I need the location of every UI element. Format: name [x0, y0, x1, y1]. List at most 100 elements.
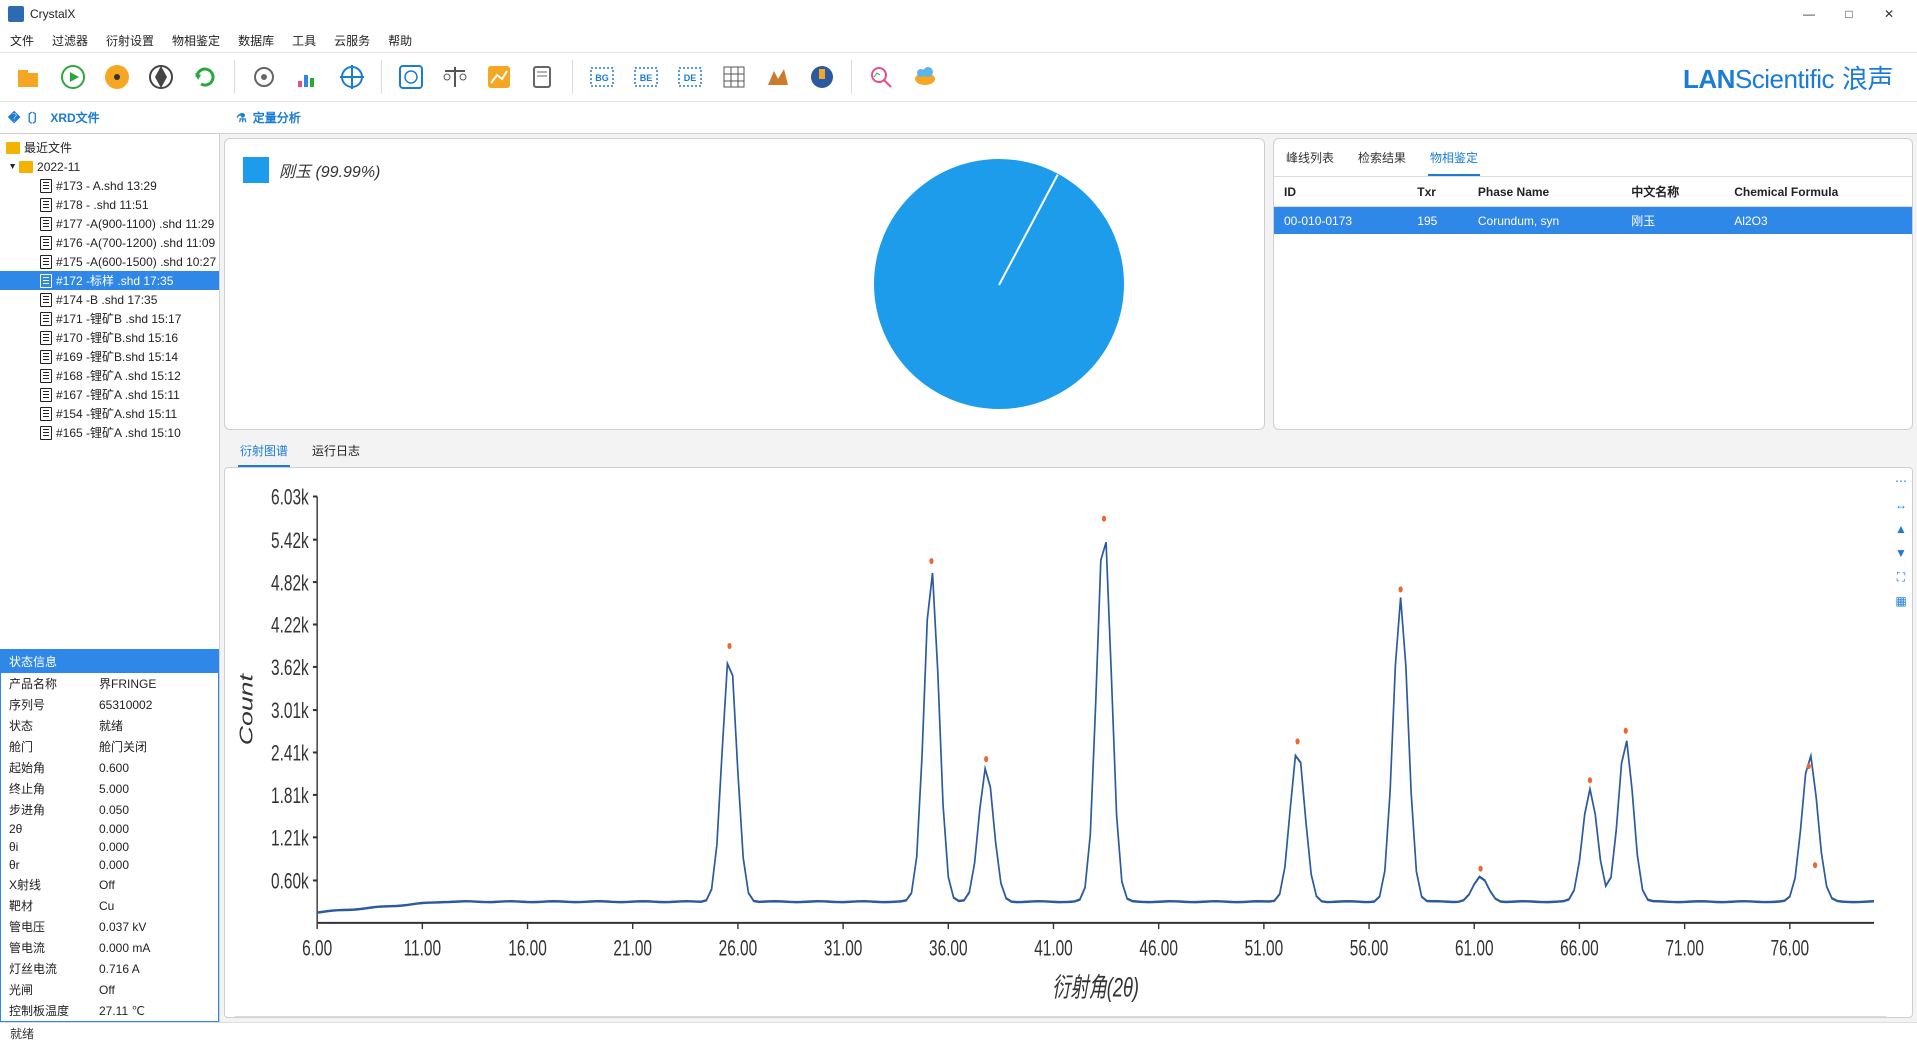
svg-text:1.21k: 1.21k	[271, 827, 309, 852]
report-button[interactable]	[524, 58, 562, 96]
refresh-button[interactable]	[186, 58, 224, 96]
menu-item[interactable]: 文件	[10, 32, 34, 49]
phase-tab[interactable]: 峰线列表	[1284, 145, 1336, 176]
file-tree-item[interactable]: #171 -锂矿B .shd 15:17	[0, 309, 219, 328]
file-tree-item[interactable]: #165 -锂矿A .shd 15:10	[0, 423, 219, 442]
svg-text:1.81k: 1.81k	[271, 784, 309, 809]
phase-table-row[interactable]: 00-010-0173195Corundum, syn刚玉Al2O3	[1274, 207, 1912, 235]
app-title: CrystalX	[30, 7, 75, 21]
file-tree-item[interactable]: #174 -B .shd 17:35	[0, 290, 219, 309]
menu-item[interactable]: 工具	[292, 32, 316, 49]
menu-item[interactable]: 数据库	[238, 32, 274, 49]
status-row: θr0.000	[1, 856, 218, 874]
status-info-panel: 状态信息 产品名称界FRINGE序列号65310002状态就绪舱门舱门关闭起始角…	[0, 649, 219, 1022]
play-button[interactable]	[54, 58, 92, 96]
svg-text:5.42k: 5.42k	[271, 529, 309, 554]
menu-item[interactable]: 过滤器	[52, 32, 88, 49]
svg-text:Count: Count	[236, 672, 257, 745]
file-tree-label: #177 -A(900-1100) .shd 11:29	[56, 217, 214, 231]
file-tree-item[interactable]: ▸2022-11	[0, 157, 219, 176]
phase-table-header: 中文名称	[1621, 177, 1724, 207]
menu-item[interactable]: 物相鉴定	[172, 32, 220, 49]
menu-item[interactable]: 帮助	[388, 32, 412, 49]
file-tree-item[interactable]: #176 -A(700-1200) .shd 11:09	[0, 233, 219, 252]
window-minimize-button[interactable]: —	[1789, 0, 1829, 28]
bg-button[interactable]: BG	[583, 58, 621, 96]
chart-down-icon[interactable]: ▼	[1892, 544, 1910, 562]
window-maximize-button[interactable]: □	[1829, 0, 1869, 28]
chart-up-icon[interactable]: ▲	[1892, 520, 1910, 538]
peaks-button[interactable]	[759, 58, 797, 96]
diffraction-tab[interactable]: 运行日志	[310, 438, 362, 467]
status-row: 产品名称界FRINGE	[1, 673, 218, 694]
status-row: 状态就绪	[1, 715, 218, 736]
file-tree-item[interactable]: #175 -A(600-1500) .shd 10:27	[0, 252, 219, 271]
svg-text:21.00: 21.00	[613, 937, 652, 962]
open-file-button[interactable]	[10, 58, 48, 96]
svg-text:3.01k: 3.01k	[271, 700, 309, 725]
pie-legend-label: 刚玉 (99.99%)	[279, 158, 380, 182]
svg-text:2.41k: 2.41k	[271, 742, 309, 767]
aperture-button[interactable]	[142, 58, 180, 96]
phase-table-header: ID	[1274, 177, 1407, 207]
status-row: X射线Off	[1, 874, 218, 895]
file-icon	[40, 198, 52, 212]
grid-button[interactable]	[715, 58, 753, 96]
chart-fit-icon[interactable]: ⛶	[1892, 568, 1910, 586]
file-tree-label: #170 -锂矿B.shd 15:16	[56, 329, 178, 346]
file-tree-label: #154 -锂矿A.shd 15:11	[56, 405, 177, 422]
phase-tab[interactable]: 检索结果	[1356, 145, 1408, 176]
file-tree-item[interactable]: 最近文件	[0, 138, 219, 157]
spectrum-button[interactable]	[289, 58, 327, 96]
file-tree-item[interactable]: #178 - .shd 11:51	[0, 195, 219, 214]
file-tree-item[interactable]: #170 -锂矿B.shd 15:16	[0, 328, 219, 347]
pie-chart-panel: 刚玉 (99.99%)	[224, 138, 1265, 430]
phase-tab[interactable]: 物相鉴定	[1428, 145, 1480, 176]
chart-grid-icon[interactable]: ▦	[1892, 592, 1910, 610]
fingerprint-button[interactable]	[392, 58, 430, 96]
file-tree-item[interactable]: #167 -锂矿A .shd 15:11	[0, 385, 219, 404]
file-icon	[40, 407, 52, 421]
chart-scrollbar[interactable]	[233, 1016, 1888, 1018]
radiation-button[interactable]	[98, 58, 136, 96]
file-tree-item[interactable]: #172 -标样 .shd 17:35	[0, 271, 219, 290]
status-row: 起始角0.600	[1, 757, 218, 778]
chart-side-controls: ⋯ ↔ ▲ ▼ ⛶ ▦	[1892, 472, 1910, 610]
file-tree-label: #173 - A.shd 13:29	[56, 179, 157, 193]
status-row: 序列号65310002	[1, 694, 218, 715]
file-tree[interactable]: 最近文件▸2022-11 #173 - A.shd 13:29 #178 - .sh…	[0, 134, 219, 649]
diffraction-tab[interactable]: 衍射图谱	[238, 438, 290, 467]
status-row: 灯丝电流0.716 A	[1, 958, 218, 979]
file-tree-item[interactable]: #173 - A.shd 13:29	[0, 176, 219, 195]
analyze-button[interactable]	[803, 58, 841, 96]
diffraction-plot[interactable]: 0.60k1.21k1.81k2.41k3.01k3.62k4.22k4.82k…	[233, 476, 1888, 1009]
window-close-button[interactable]: ✕	[1869, 0, 1909, 28]
file-tree-item[interactable]: #169 -锂矿B.shd 15:14	[0, 347, 219, 366]
chart-stretch-h-icon[interactable]: ↔	[1892, 496, 1910, 514]
flask-icon: ⚗	[236, 111, 247, 125]
menu-item[interactable]: 云服务	[334, 32, 370, 49]
file-tree-label: 2022-11	[37, 160, 80, 174]
balance-button[interactable]	[436, 58, 474, 96]
svg-text:0.60k: 0.60k	[271, 870, 309, 895]
status-bar: 就绪	[0, 1022, 1917, 1042]
de-button[interactable]: DE	[671, 58, 709, 96]
svg-text:BG: BG	[595, 73, 609, 83]
file-icon	[40, 350, 52, 364]
trend-button[interactable]	[480, 58, 518, 96]
cloud-button[interactable]	[906, 58, 944, 96]
chart-more-icon[interactable]: ⋯	[1892, 472, 1910, 490]
svg-text:16.00: 16.00	[508, 937, 547, 962]
titlebar: CrystalX — □ ✕	[0, 0, 1917, 28]
phase-table-panel: 峰线列表检索结果物相鉴定 IDTxrPhase Name中文名称Chemical…	[1273, 138, 1913, 430]
menu-item[interactable]: 衍射设置	[106, 32, 154, 49]
be-button[interactable]: BE	[627, 58, 665, 96]
status-row: 管电流0.000 mA	[1, 937, 218, 958]
zoom-chart-button[interactable]	[862, 58, 900, 96]
target-button[interactable]	[333, 58, 371, 96]
file-tree-item[interactable]: #168 -锂矿A .shd 15:12	[0, 366, 219, 385]
file-tree-item[interactable]: #154 -锂矿A.shd 15:11	[0, 404, 219, 423]
file-tree-item[interactable]: #177 -A(900-1100) .shd 11:29	[0, 214, 219, 233]
status-row: 终止角5.000	[1, 778, 218, 799]
settings-button[interactable]	[245, 58, 283, 96]
